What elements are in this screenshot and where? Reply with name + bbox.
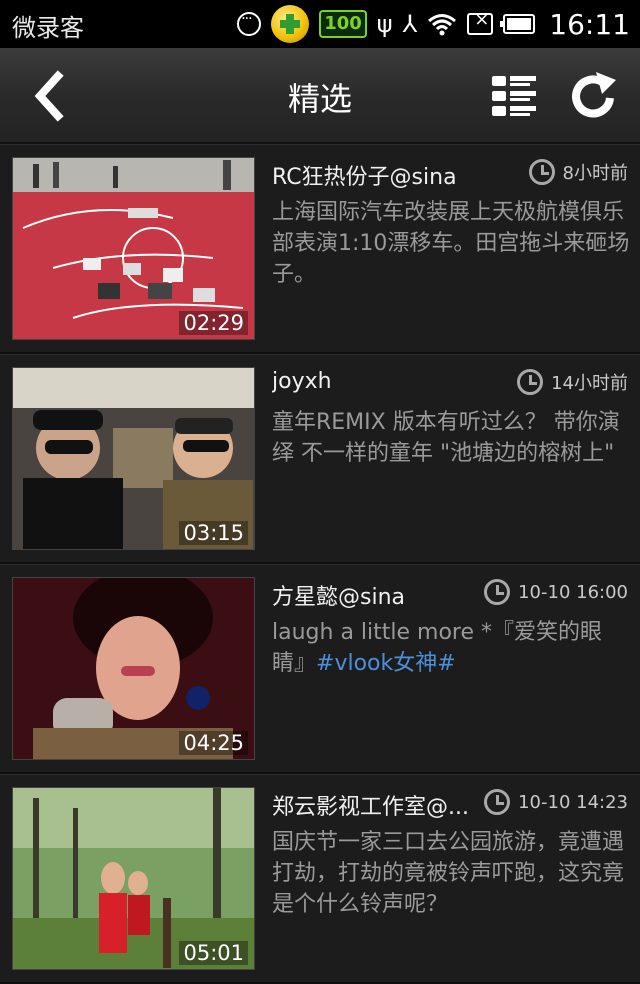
post-time: 14小时前 [517, 369, 628, 395]
video-description: laugh a little more *『爱笑的眼睛』#vlook女神# [272, 617, 632, 679]
plus-app-icon [271, 5, 310, 43]
post-time: 10-10 14:23 [484, 789, 628, 815]
post-time: 8小时前 [528, 159, 628, 185]
video-duration: 03:15 [179, 521, 248, 545]
post-time: 10-10 16:00 [484, 579, 628, 605]
author-name[interactable]: RC狂热份子@sina [272, 159, 492, 191]
no-sim-icon [467, 9, 494, 35]
network-share-icon: ⅄ [402, 10, 418, 38]
refresh-icon[interactable] [566, 68, 622, 124]
video-duration: 02:29 [179, 311, 248, 335]
time-text: 8小时前 [562, 163, 628, 184]
status-time: 16:11 [549, 7, 630, 41]
feed-item[interactable]: 02:29 RC狂热份子@sina 8小时前 上海国际汽车改装展上天极航模俱乐部… [0, 144, 640, 354]
clock-icon [517, 369, 544, 395]
page-title: 精选 [287, 80, 352, 118]
feed-item[interactable]: 05:01 郑云影视工作室@... 10-10 14:23 国庆节一家三口去公园… [0, 774, 640, 984]
video-feed-list: 02:29 RC狂热份子@sina 8小时前 上海国际汽车改装展上天极航模俱乐部… [0, 144, 640, 984]
time-text: 14小时前 [551, 373, 628, 394]
video-duration: 04:25 [179, 731, 248, 755]
video-description: 童年REMIX 版本有听过么？ 带你演绎 不一样的童年 "池塘边的榕树上" [272, 410, 620, 466]
video-thumbnail[interactable]: 02:29 [12, 157, 255, 340]
wifi-icon [428, 14, 457, 36]
hundred-badge-icon: 100 [319, 10, 367, 38]
video-thumbnail[interactable]: 04:25 [12, 577, 255, 760]
action-bar: 精选 [0, 48, 640, 144]
message-icon [237, 11, 262, 36]
clock-icon [484, 789, 511, 815]
feed-item[interactable]: 04:25 方星懿@sina 10-10 16:00 laugh a littl… [0, 564, 640, 774]
status-icons: 100 ψ ⅄ 16:11 [237, 4, 630, 44]
hashtag-link[interactable]: #vlook女神# [316, 651, 456, 676]
feed-item[interactable]: 03:15 joyxh 14小时前 童年REMIX 版本有听过么？ 带你演绎 不… [0, 354, 640, 564]
status-bar: 微录客 100 ψ ⅄ 16:11 [0, 0, 640, 48]
status-app-name: 微录客 [12, 14, 84, 42]
clock-icon [528, 159, 555, 185]
usb-icon: ψ [376, 10, 393, 38]
video-thumbnail[interactable]: 05:01 [12, 787, 255, 970]
author-name[interactable]: 郑云影视工作室@... [272, 789, 492, 821]
video-description: 国庆节一家三口去公园旅游，竟遭遇打劫，打劫的竟被铃声吓跑，这究竟是个什么铃声呢？ [272, 830, 625, 917]
author-name[interactable]: joyxh [272, 369, 492, 394]
list-view-icon[interactable] [486, 68, 542, 124]
time-text: 10-10 14:23 [518, 791, 628, 813]
video-thumbnail[interactable]: 03:15 [12, 367, 255, 550]
video-duration: 05:01 [179, 941, 248, 965]
time-text: 10-10 16:00 [518, 581, 628, 603]
battery-icon [500, 14, 536, 34]
author-name[interactable]: 方星懿@sina [272, 579, 492, 611]
video-description: 上海国际汽车改装展上天极航模俱乐部表演1:10漂移车。田宫拖斗来砸场子。 [272, 200, 630, 287]
clock-icon [484, 579, 511, 605]
